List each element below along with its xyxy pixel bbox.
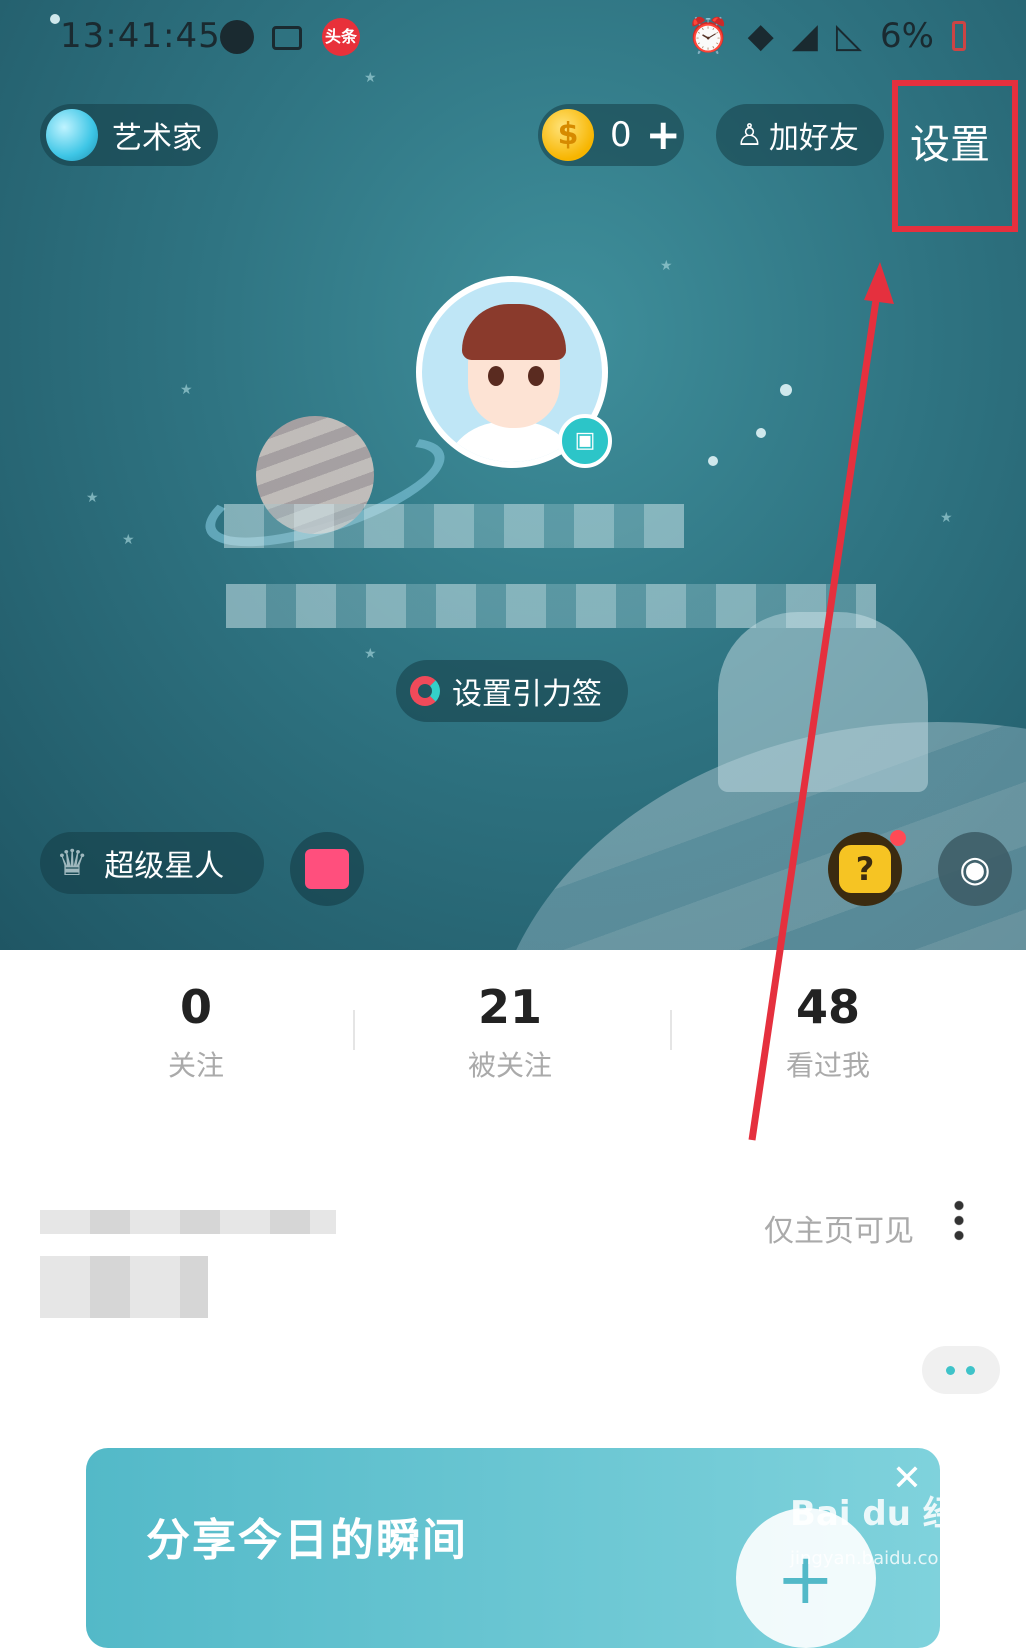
annotation-arrow <box>748 262 894 1141</box>
arrow-head <box>864 262 894 304</box>
arrow-shaft <box>748 299 880 1141</box>
